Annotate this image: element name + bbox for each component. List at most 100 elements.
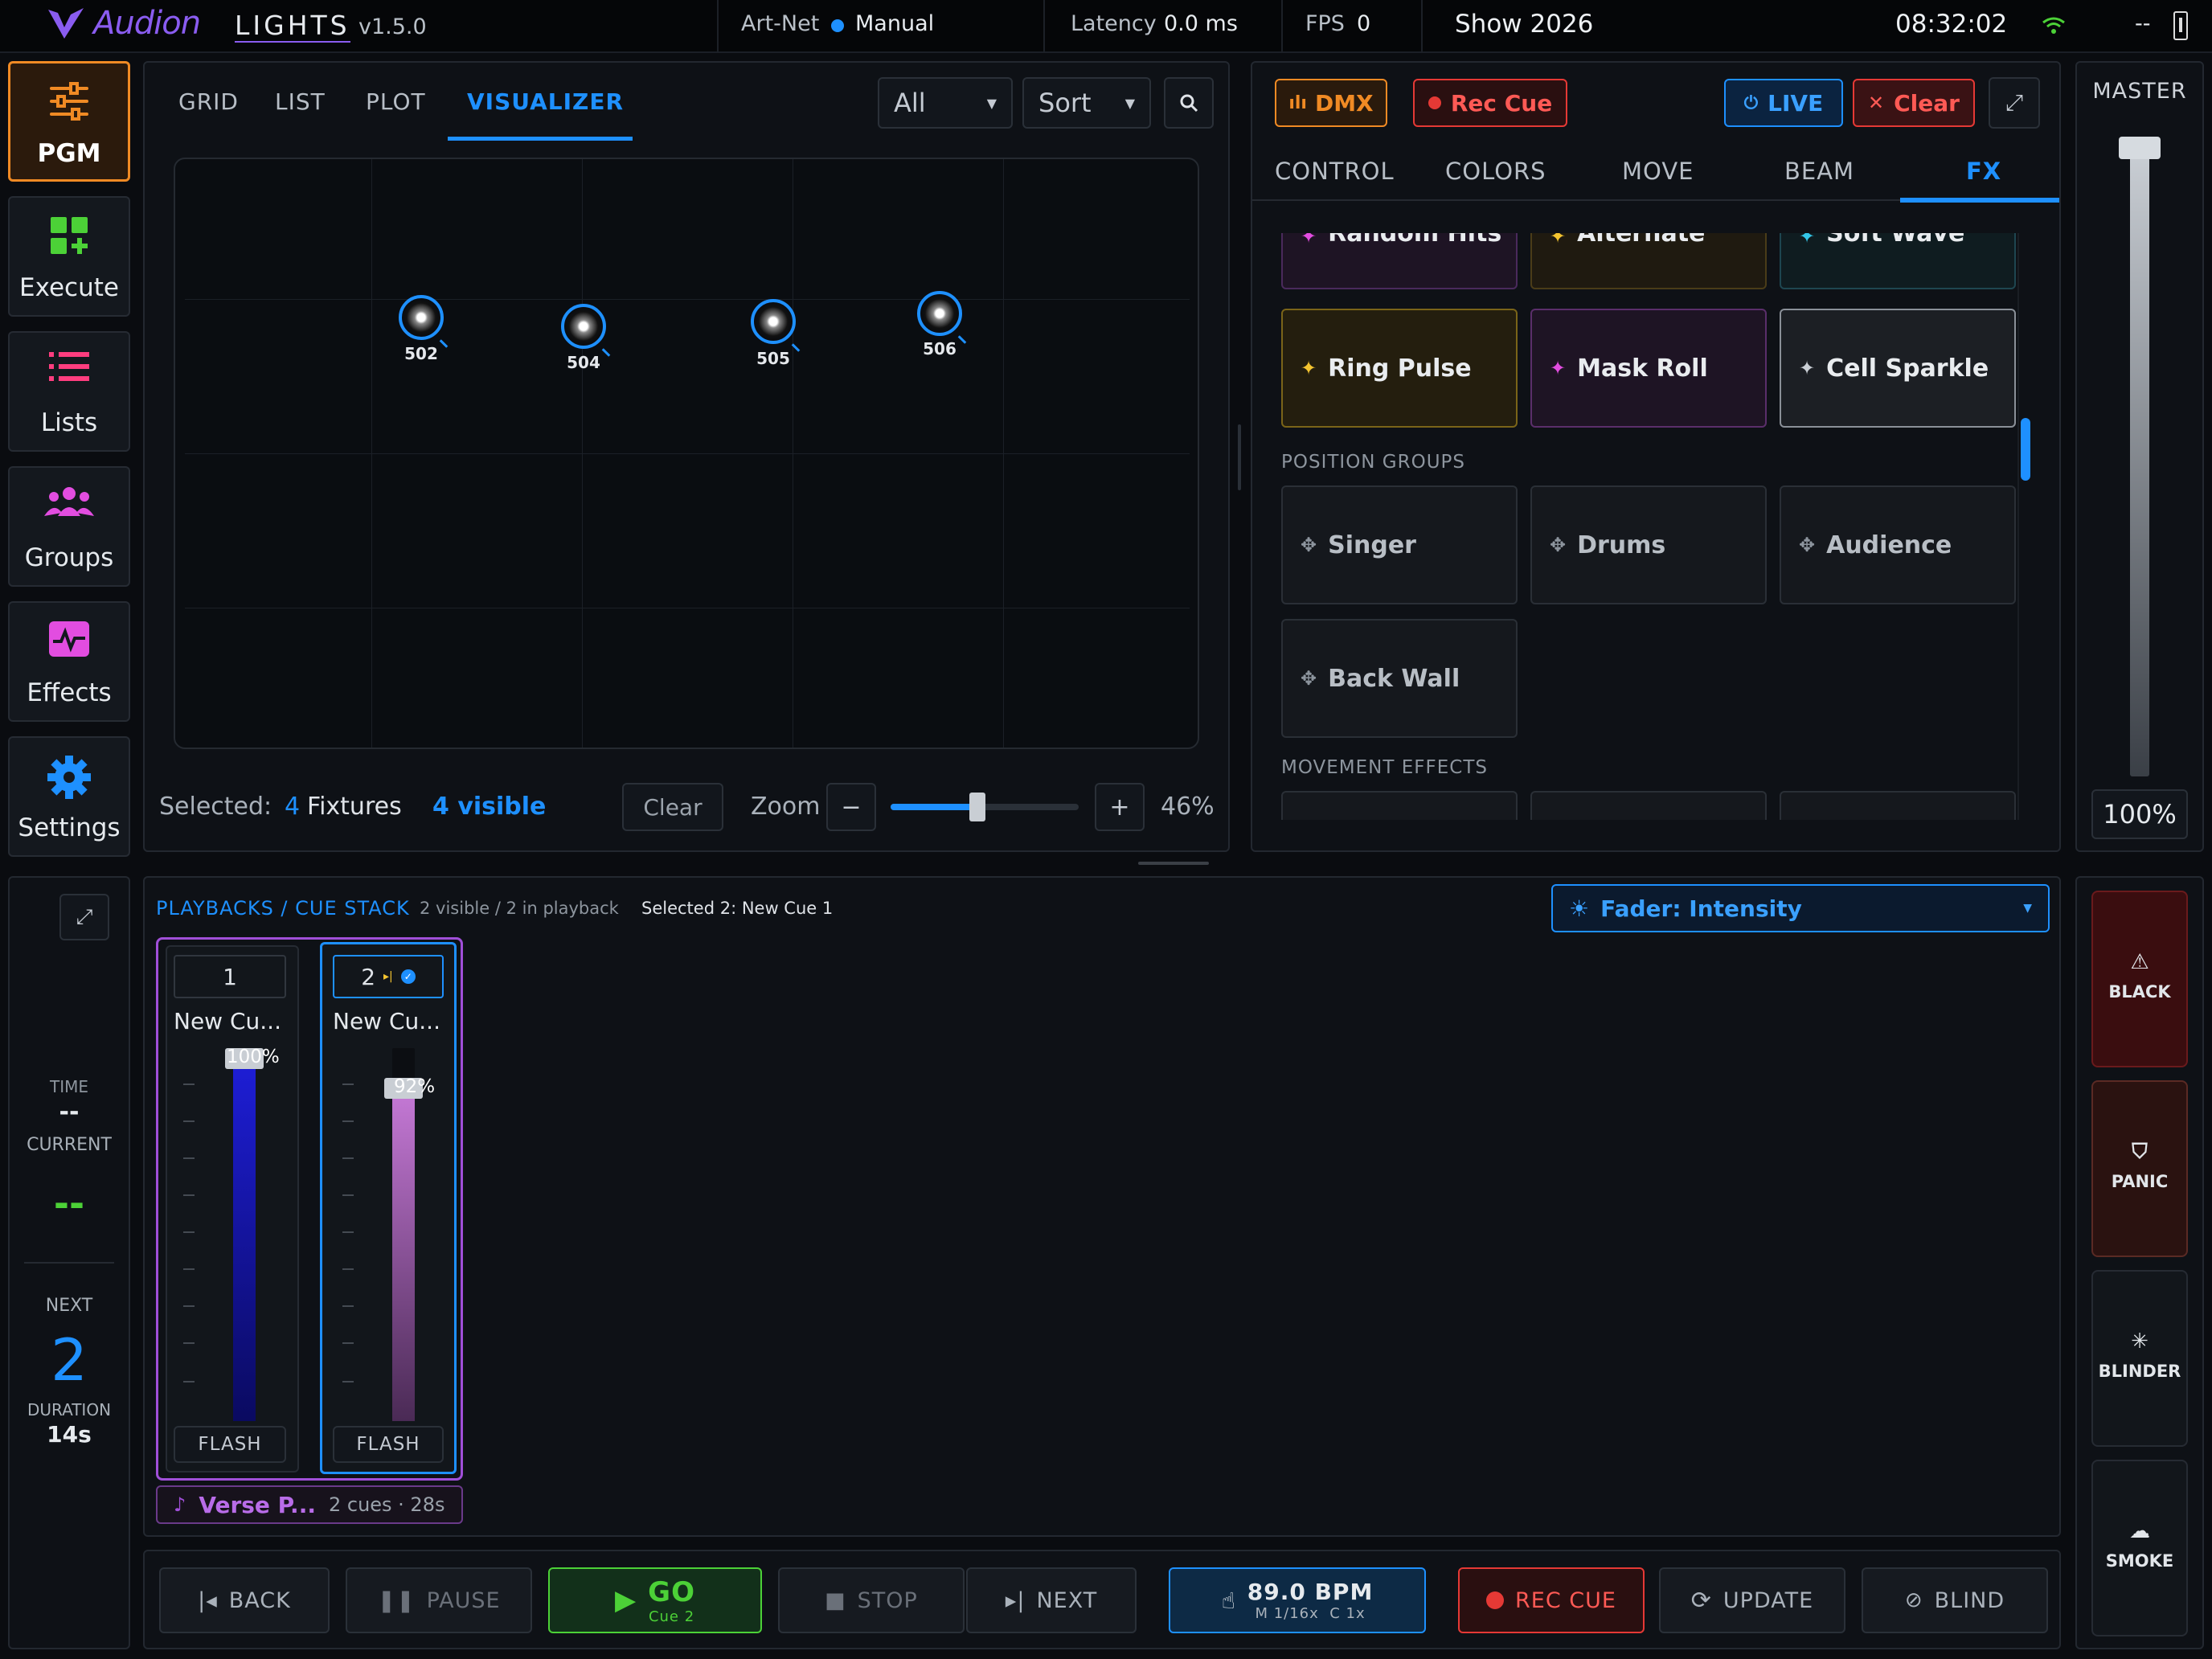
clear-programmer-button[interactable]: ✕ Clear xyxy=(1853,79,1975,127)
chevron-down-icon: ▼ xyxy=(1124,95,1135,111)
sidebar-item-settings[interactable]: Settings xyxy=(8,736,130,857)
artnet-mode[interactable]: Manual xyxy=(855,11,934,36)
stop-button[interactable]: ■ STOP xyxy=(778,1567,965,1633)
expand-button[interactable]: ⤢ xyxy=(1989,77,2040,129)
sparkle-icon: ✦ xyxy=(1301,233,1317,248)
search-button[interactable] xyxy=(1164,77,1214,129)
fixture-marker[interactable] xyxy=(561,304,606,349)
sidebar-item-label: Lists xyxy=(40,408,98,437)
sidebar-item-execute[interactable]: Execute xyxy=(8,196,130,317)
effect-button-ring-pulse[interactable]: ✦ Ring Pulse xyxy=(1281,309,1518,428)
zoom-in-button[interactable]: + xyxy=(1095,783,1145,831)
master-fader[interactable] xyxy=(2119,137,2161,776)
rec-cue-header-button[interactable]: Rec Cue xyxy=(1413,79,1567,127)
tab-fx[interactable]: FX xyxy=(1966,158,2001,185)
tab-plot[interactable]: PLOT xyxy=(366,88,426,115)
master-fader-thumb[interactable] xyxy=(2119,137,2161,159)
filter-select[interactable]: All ▼ xyxy=(878,77,1013,129)
expand-icon: ⤢ xyxy=(76,904,93,929)
fx-scroll-area[interactable]: ✦ Random Hits ✦ Alternate ✦ Soft Wave ✦ Ring… xyxy=(1268,233,2032,820)
dmx-button[interactable]: ılı DMX xyxy=(1275,79,1387,127)
flash-button[interactable]: FLASH xyxy=(174,1426,286,1463)
clear-selection-button[interactable]: Clear xyxy=(622,783,723,831)
sparkle-icon: ✦ xyxy=(1799,233,1816,248)
effect-button-cell-sparkle[interactable]: ✦ Cell Sparkle xyxy=(1780,309,2016,428)
sidebar-item-label: PGM xyxy=(37,139,101,168)
fixture-marker[interactable] xyxy=(751,299,796,344)
rec-cue-button[interactable]: REC CUE xyxy=(1458,1567,1645,1633)
tab-colors[interactable]: COLORS xyxy=(1445,158,1546,185)
fixture-marker[interactable] xyxy=(917,291,962,336)
list-icon xyxy=(49,352,89,381)
top-bar: Audion LIGHTS v1.5.0 Art-Net Manual Late… xyxy=(0,0,2212,53)
visualizer-canvas[interactable] xyxy=(174,158,1199,749)
tap-hand-icon: ☝ xyxy=(1221,1587,1236,1614)
movement-effect-button[interactable] xyxy=(1281,791,1518,820)
effect-button-mask-roll[interactable]: ✦ Mask Roll xyxy=(1530,309,1767,428)
position-group-audience[interactable]: ✥ Audience xyxy=(1780,485,2016,604)
duration-value: 14s xyxy=(47,1421,92,1448)
cue-group-tag[interactable]: ♪ Verse P... 2 cues · 28s xyxy=(156,1485,463,1524)
smoke-button[interactable]: ☁ SMOKE xyxy=(2091,1460,2188,1636)
back-button[interactable]: |◂ BACK xyxy=(159,1567,330,1633)
sidebar-item-label: Effects xyxy=(27,678,112,707)
tab-visualizer[interactable]: VISUALIZER xyxy=(467,88,624,115)
sidebar-item-effects[interactable]: Effects xyxy=(8,601,130,722)
update-button[interactable]: ⟳ UPDATE xyxy=(1659,1567,1845,1633)
version-label: v1.5.0 xyxy=(358,14,427,39)
sidebar-item-groups[interactable]: Groups xyxy=(8,466,130,587)
tab-control[interactable]: CONTROL xyxy=(1275,158,1395,185)
tab-beam[interactable]: BEAM xyxy=(1784,158,1854,185)
zoom-slider[interactable] xyxy=(891,793,1079,821)
zoom-slider-thumb[interactable] xyxy=(969,793,985,821)
show-name[interactable]: Show 2026 xyxy=(1455,10,1593,39)
next-value: 2 xyxy=(51,1326,88,1394)
position-group-back-wall[interactable]: ✥ Back Wall xyxy=(1281,619,1518,738)
next-label: NEXT xyxy=(45,1296,93,1316)
refresh-icon: ⟳ xyxy=(1690,1586,1712,1615)
fixture-marker[interactable] xyxy=(399,295,444,340)
effect-button-soft-wave[interactable]: ✦ Soft Wave xyxy=(1780,233,2016,289)
effect-button-random-hits[interactable]: ✦ Random Hits xyxy=(1281,233,1518,289)
sidebar-item-lists[interactable]: Lists xyxy=(8,331,130,452)
scrollbar-thumb[interactable] xyxy=(2021,418,2030,481)
next-button[interactable]: ▸| NEXT xyxy=(966,1567,1137,1633)
blind-button[interactable]: ⊘ BLIND xyxy=(1862,1567,2048,1633)
flash-button[interactable]: FLASH xyxy=(333,1426,444,1463)
live-button[interactable]: ⏻ LIVE xyxy=(1724,79,1843,127)
movement-effect-button[interactable] xyxy=(1530,791,1767,820)
sort-select[interactable]: Sort ▼ xyxy=(1022,77,1151,129)
go-button[interactable]: ▶ GO Cue 2 xyxy=(548,1567,762,1633)
move-icon: ✥ xyxy=(1301,667,1317,690)
movement-effect-button[interactable] xyxy=(1780,791,2016,820)
position-group-singer[interactable]: ✥ Singer xyxy=(1281,485,1518,604)
effect-button-alternate[interactable]: ✦ Alternate xyxy=(1530,233,1767,289)
tab-list[interactable]: LIST xyxy=(275,88,326,115)
fader-mode-select[interactable]: ☀ Fader: Intensity ▼ xyxy=(1551,884,2050,932)
logo-brand: Audion xyxy=(93,5,201,42)
panic-button[interactable]: ⛉ PANIC xyxy=(2091,1080,2188,1257)
master-fader-fill xyxy=(2130,153,2149,776)
tab-grid[interactable]: GRID xyxy=(178,88,239,115)
pause-button[interactable]: ❚❚ PAUSE xyxy=(346,1567,532,1633)
zoom-out-button[interactable]: − xyxy=(826,783,876,831)
cue-fader-fill xyxy=(233,1055,256,1421)
sidebar-item-pgm[interactable]: PGM xyxy=(8,61,130,182)
blinder-button[interactable]: ✳ BLINDER xyxy=(2091,1270,2188,1447)
grid-plus-icon xyxy=(51,217,88,254)
black-button[interactable]: ⚠ BLACK xyxy=(2091,891,2188,1067)
expand-button[interactable]: ⤢ xyxy=(59,894,109,940)
panel-resize-handle[interactable] xyxy=(1138,862,1209,865)
cue-fader[interactable] xyxy=(225,1048,264,1421)
panel-resize-handle[interactable] xyxy=(1238,424,1241,490)
cloud-icon: ☁ xyxy=(2129,1519,2150,1543)
tap-bpm-button[interactable]: ☝ 89.0 BPM M 1/16x C 1x xyxy=(1169,1567,1426,1633)
clock: 08:32:02 xyxy=(1895,10,2008,39)
tab-move[interactable]: MOVE xyxy=(1622,158,1694,185)
cue-fader[interactable] xyxy=(384,1048,423,1421)
move-icon: ✥ xyxy=(1550,534,1567,556)
music-note-icon: ♪ xyxy=(174,1493,186,1516)
next-cue-icon: ▸| xyxy=(383,970,393,983)
position-group-drums[interactable]: ✥ Drums xyxy=(1530,485,1767,604)
logo-product: LIGHTS xyxy=(235,10,350,43)
